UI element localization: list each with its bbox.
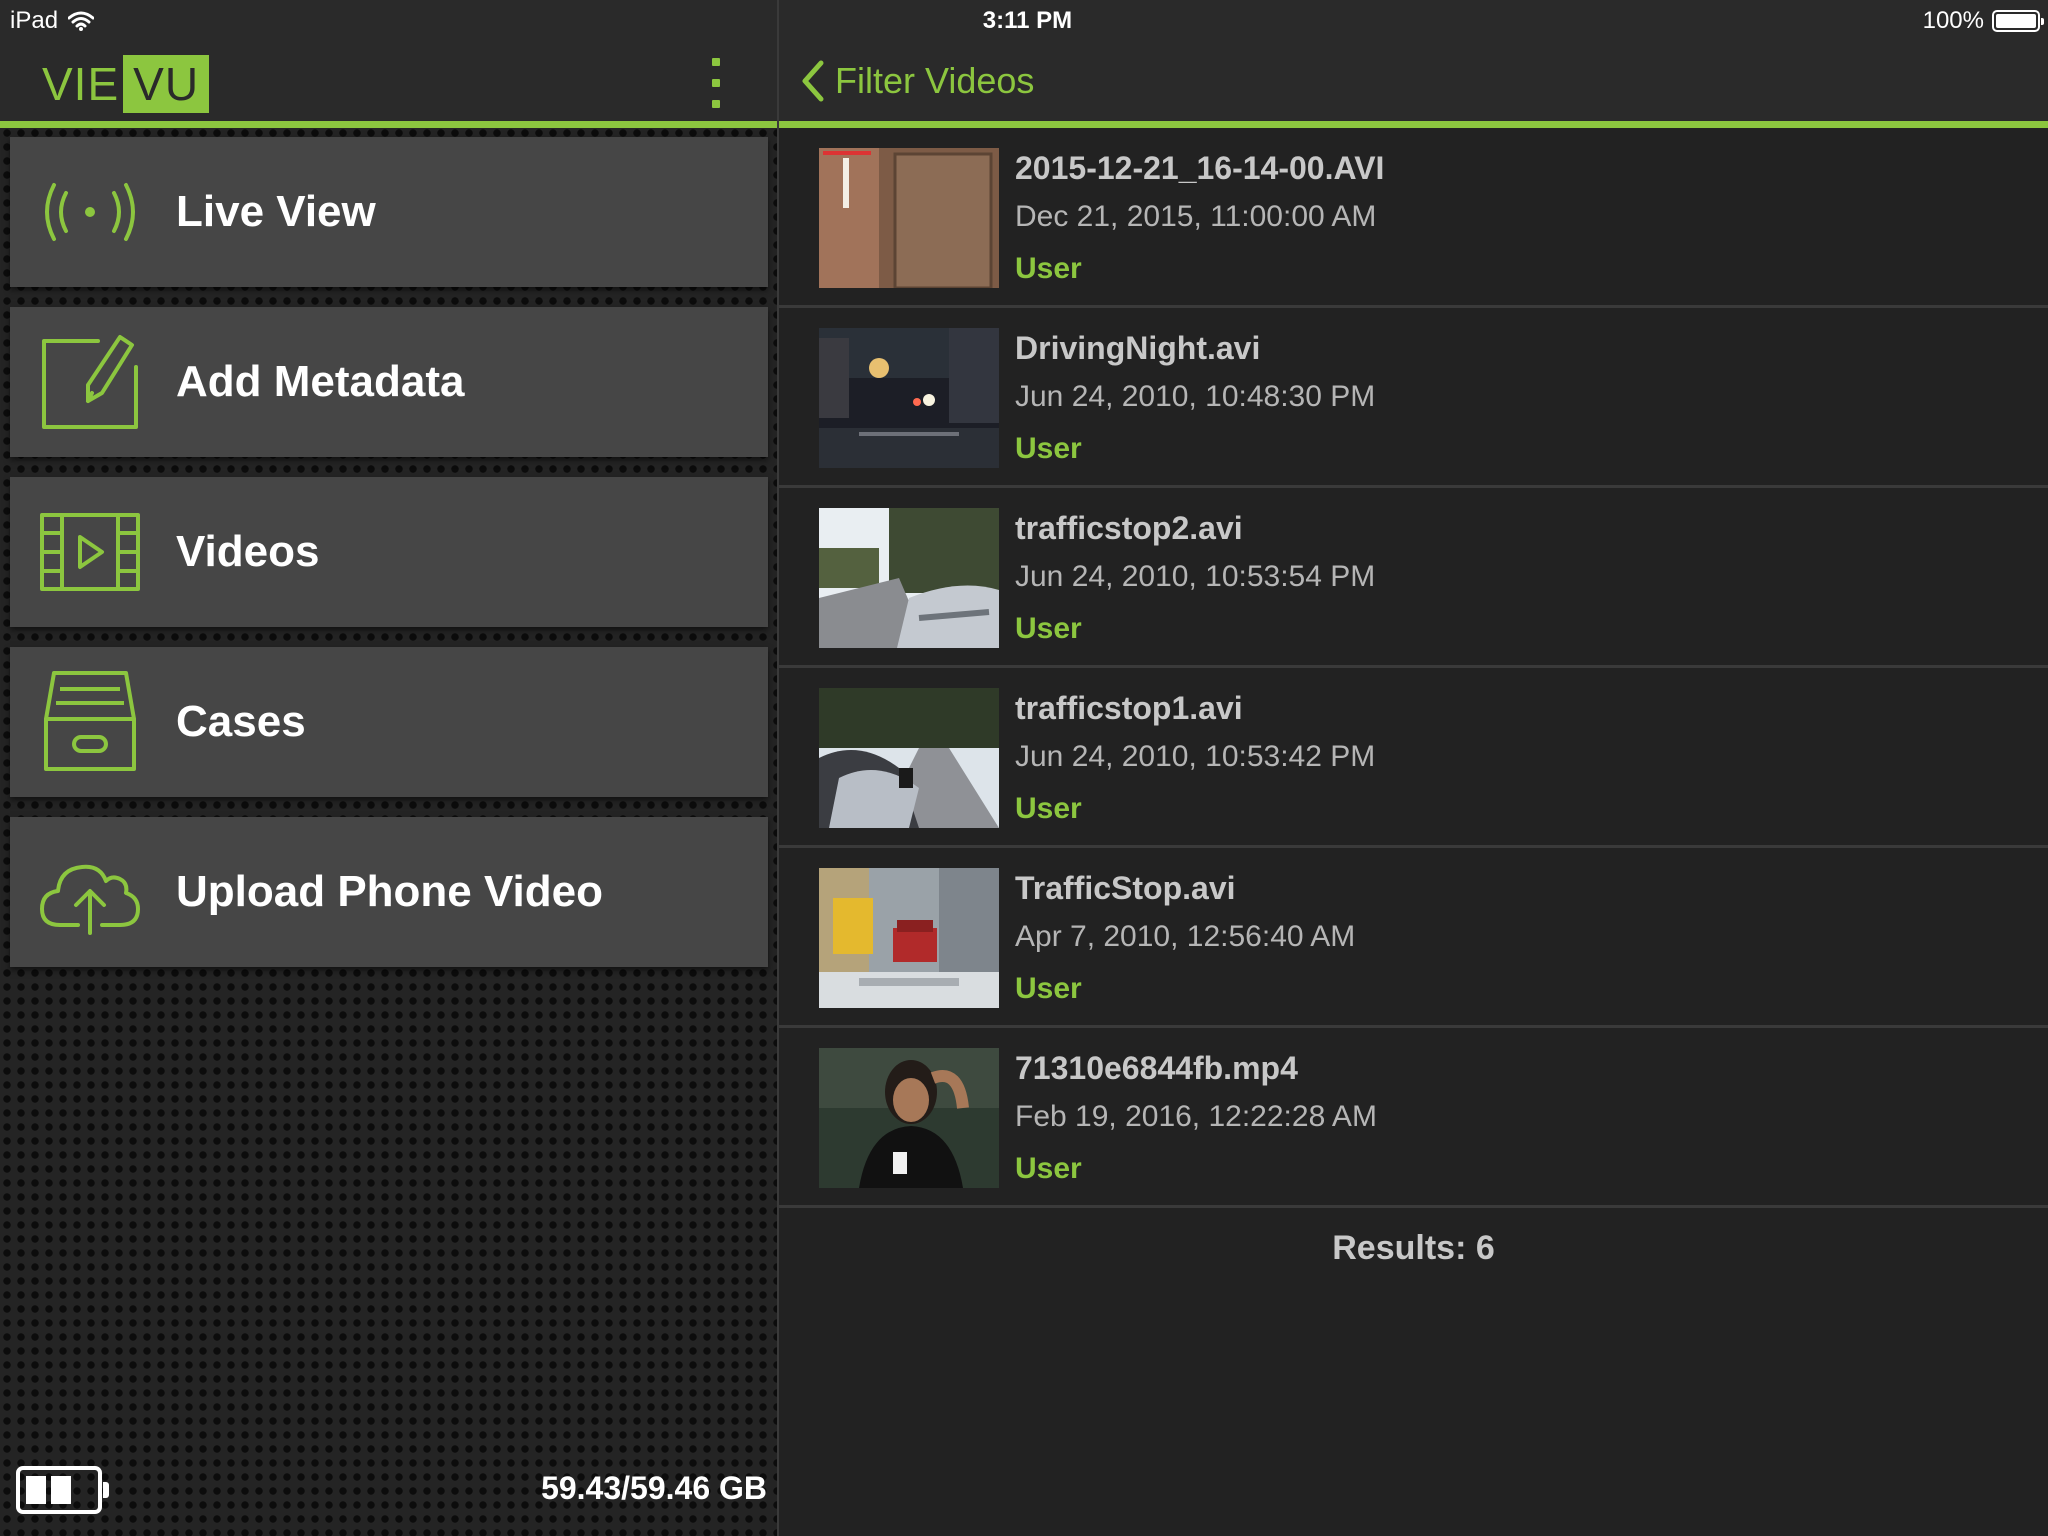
video-list-item[interactable]: 71310e6844fb.mp4 Feb 19, 2016, 12:22:28 … (779, 1028, 2048, 1208)
video-thumbnail[interactable] (819, 688, 999, 828)
video-list: 2015-12-21_16-14-00.AVI Dec 21, 2015, 11… (779, 128, 2048, 1208)
sidebar-item-live-view[interactable]: Live View (10, 137, 768, 287)
sidebar-item-upload-phone-video[interactable]: Upload Phone Video (10, 817, 768, 967)
video-date: Jun 24, 2010, 10:48:30 PM (1015, 380, 1376, 413)
sidebar-item-add-metadata[interactable]: Add Metadata (10, 307, 768, 457)
video-list-item[interactable]: 2015-12-21_16-14-00.AVI Dec 21, 2015, 11… (779, 128, 2048, 308)
sidebar-menu: Live View Add Metadata Videos Cases Uplo… (10, 137, 768, 987)
video-list-item[interactable]: TrafficStop.avi Apr 7, 2010, 12:56:40 AM… (779, 848, 2048, 1028)
video-thumbnail[interactable] (819, 868, 999, 1008)
video-name: trafficstop1.avi (1015, 690, 1243, 726)
video-name: 71310e6844fb.mp4 (1015, 1050, 1298, 1086)
video-thumbnail[interactable] (819, 328, 999, 468)
vievu-logo: VIE VU (40, 55, 210, 113)
video-owner: User (1015, 252, 1082, 285)
video-date: Jun 24, 2010, 10:53:54 PM (1015, 560, 1376, 593)
video-date: Apr 7, 2010, 12:56:40 AM (1015, 920, 1356, 953)
edit-pencil-icon (40, 331, 140, 433)
video-owner: User (1015, 612, 1082, 645)
video-list-item[interactable]: DrivingNight.avi Jun 24, 2010, 10:48:30 … (779, 308, 2048, 488)
video-owner: User (1015, 792, 1082, 825)
sidebar-item-label: Upload Phone Video (176, 867, 604, 916)
storage-usage: 59.43/59.46 GB (541, 1470, 767, 1506)
status-bar: iPad 3:11 PM 100% (0, 0, 2048, 40)
video-owner: User (1015, 432, 1082, 465)
sidebar-item-label: Live View (176, 187, 376, 236)
archive-box-icon (40, 671, 140, 773)
live-broadcast-icon (40, 161, 140, 263)
film-strip-icon (40, 501, 140, 603)
video-thumbnail[interactable] (819, 148, 999, 288)
video-name: DrivingNight.avi (1015, 330, 1261, 366)
video-owner: User (1015, 1152, 1082, 1185)
kebab-menu-icon[interactable] (700, 58, 732, 108)
video-date: Jun 24, 2010, 10:53:42 PM (1015, 740, 1376, 773)
video-list-item[interactable]: trafficstop2.avi Jun 24, 2010, 10:53:54 … (779, 488, 2048, 668)
back-button[interactable]: Filter Videos (801, 60, 1034, 102)
sidebar-item-label: Add Metadata (176, 357, 465, 406)
video-name: 2015-12-21_16-14-00.AVI (1015, 150, 1385, 186)
sidebar-item-label: Videos (176, 527, 320, 576)
camera-battery-icon (16, 1466, 109, 1514)
sidebar-item-label: Cases (176, 697, 306, 746)
header-accent-line (0, 121, 777, 128)
video-name: TrafficStop.avi (1015, 870, 1236, 906)
status-time: 3:11 PM (982, 7, 1073, 34)
logo-text-right: VU (123, 55, 210, 113)
video-name: trafficstop2.avi (1015, 510, 1243, 546)
video-thumbnail[interactable] (819, 508, 999, 648)
sidebar-item-cases[interactable]: Cases (10, 647, 768, 797)
logo-text-left: VIE (42, 58, 120, 110)
battery-icon (1992, 10, 2044, 32)
video-date: Dec 21, 2015, 11:00:00 AM (1015, 200, 1377, 233)
sidebar-item-videos[interactable]: Videos (10, 477, 768, 627)
video-results-panel: Filter Videos 2015-12-21_16-14-00.AVI De… (779, 0, 2048, 1536)
video-date: Feb 19, 2016, 12:22:28 AM (1015, 1100, 1377, 1133)
battery-percent: 100% (1922, 7, 1984, 34)
chevron-left-icon (802, 60, 824, 102)
video-list-item[interactable]: trafficstop1.avi Jun 24, 2010, 10:53:42 … (779, 668, 2048, 848)
sidebar: VIE VU Live View Add Metadata Videos Cas… (0, 0, 777, 1536)
video-owner: User (1015, 972, 1082, 1005)
video-thumbnail[interactable] (819, 1048, 999, 1188)
cloud-upload-icon (40, 841, 140, 943)
header-accent-line (779, 121, 2048, 128)
results-count: Results: 6 (1332, 1229, 1495, 1267)
back-button-label: Filter Videos (835, 60, 1035, 101)
